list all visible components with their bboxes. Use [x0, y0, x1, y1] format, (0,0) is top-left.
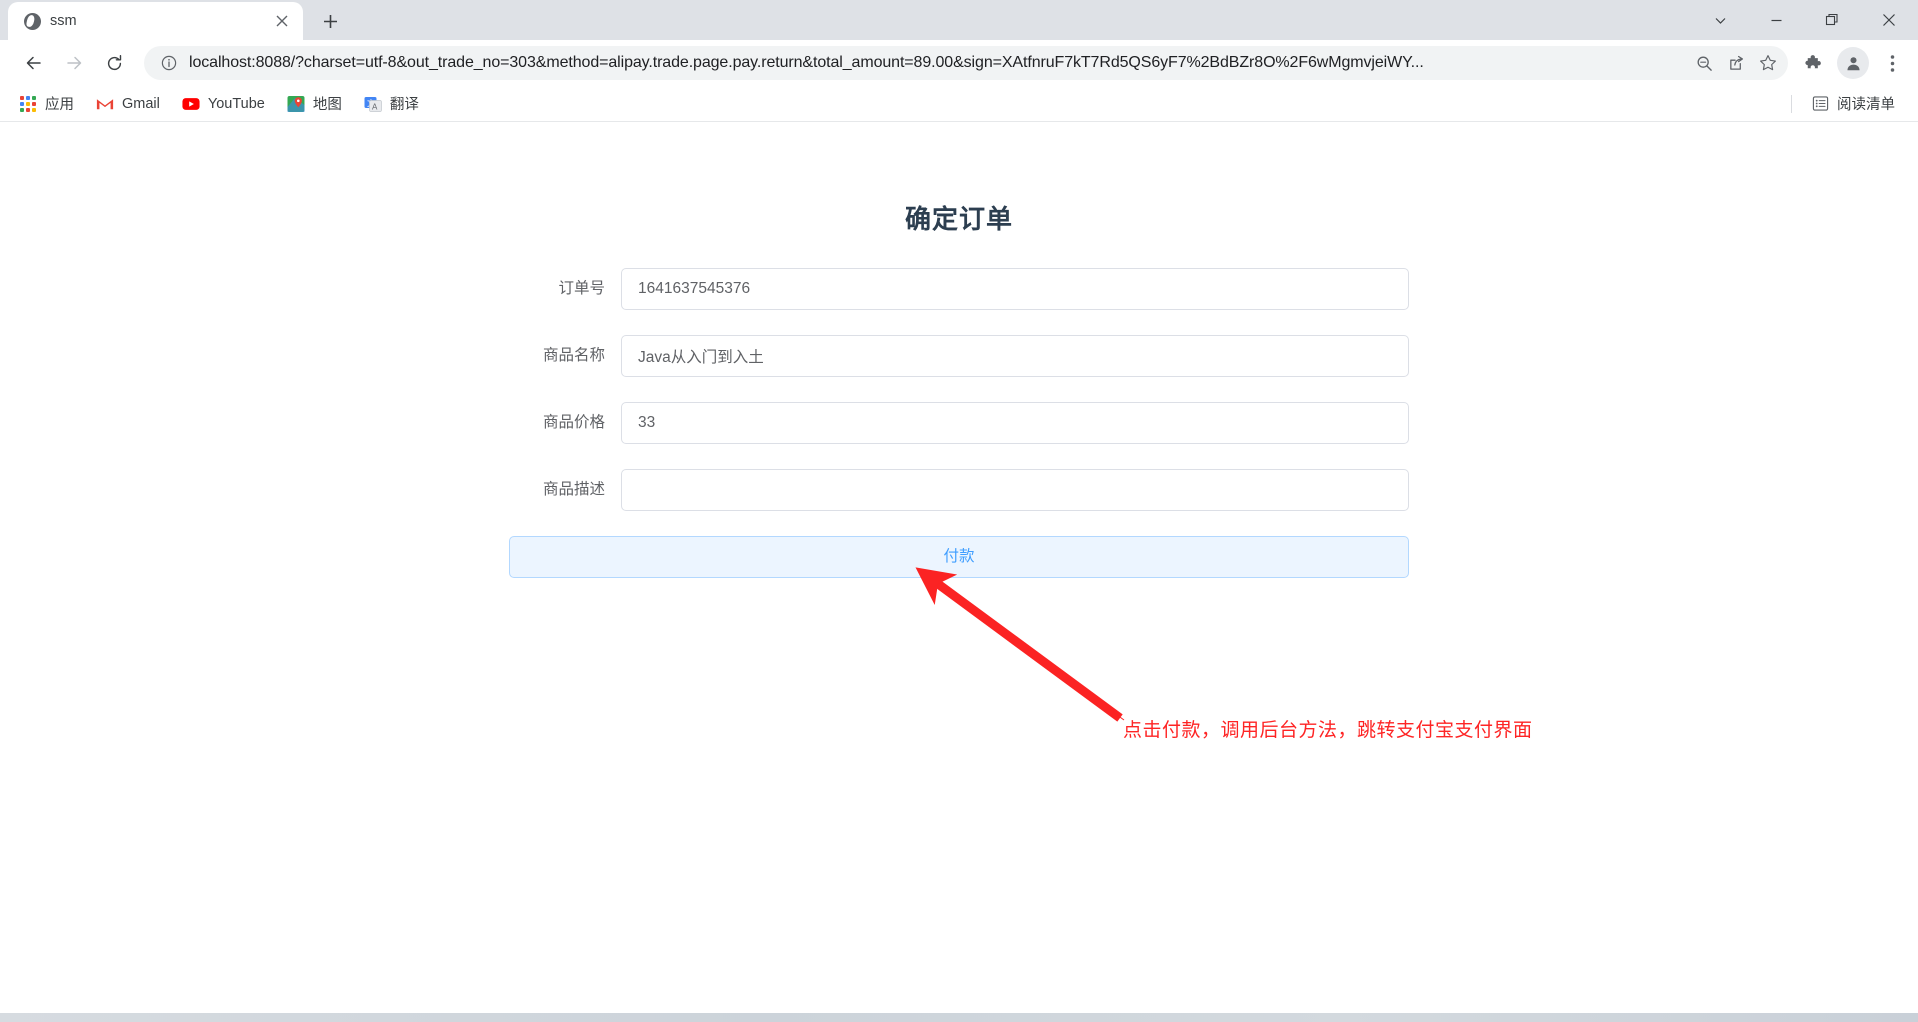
address-bar[interactable]: localhost:8088/?charset=utf-8&out_trade_… [144, 46, 1788, 80]
page-title: 确定订单 [904, 204, 1013, 234]
label-product-price: 商品价格 [542, 414, 605, 431]
apps-grid-icon [19, 95, 37, 113]
bookmark-label: YouTube [207, 95, 265, 112]
product-price-input[interactable] [621, 402, 1409, 444]
label-product-name: 商品名称 [542, 347, 605, 364]
close-window-icon[interactable] [1860, 0, 1918, 40]
forward-button [54, 43, 94, 83]
product-name-input[interactable] [621, 335, 1409, 377]
bookmark-gmail[interactable]: Gmail [87, 91, 169, 117]
label-product-desc: 商品描述 [542, 481, 605, 498]
tab-strip: ssm [0, 0, 1918, 40]
bottom-status-bar [0, 1013, 1918, 1022]
puzzle-icon[interactable] [1796, 43, 1832, 83]
minimize-icon[interactable] [1748, 0, 1804, 40]
bookmarks-bar: 应用 Gmail YouTube 地图 A 翻译 阅读清单 [0, 86, 1918, 122]
bookmark-label: 应用 [45, 97, 74, 113]
restore-icon[interactable] [1804, 0, 1860, 40]
bookmark-youtube[interactable]: YouTube [173, 91, 274, 117]
bookmark-apps[interactable]: 应用 [10, 89, 83, 118]
maps-icon [287, 95, 305, 113]
form-row-order-no: 订单号 [509, 268, 1409, 310]
browser-toolbar: localhost:8088/?charset=utf-8&out_trade_… [0, 40, 1918, 86]
info-circle-icon[interactable] [158, 52, 180, 74]
reading-list-icon [1811, 95, 1829, 113]
annotation-text: 点击付款，调用后台方法，跳转支付宝支付界面 [1123, 720, 1533, 741]
bookmark-label: Gmail [122, 95, 160, 112]
account-avatar-icon[interactable] [1837, 47, 1869, 79]
order-no-input[interactable] [621, 268, 1409, 310]
translate-icon: 文 A [364, 95, 382, 113]
globe-icon [24, 12, 41, 30]
label-order-no: 订单号 [558, 280, 605, 297]
bookmarks-divider [1791, 94, 1792, 113]
form-row-product-desc: 商品描述 [509, 469, 1409, 511]
close-icon[interactable] [271, 10, 293, 32]
chevron-down-icon[interactable] [1692, 0, 1748, 40]
pay-button[interactable]: 付款 [509, 536, 1409, 578]
window-controls [1692, 0, 1918, 40]
star-icon[interactable] [1752, 47, 1784, 79]
bookmark-label: 地图 [312, 97, 342, 113]
reload-button[interactable] [94, 43, 134, 83]
new-tab-button[interactable] [315, 6, 345, 36]
gmail-icon [96, 95, 114, 113]
back-button[interactable] [14, 43, 54, 83]
form-row-product-price: 商品价格 [509, 402, 1409, 444]
bookmark-label: 翻译 [389, 97, 419, 113]
browser-tab[interactable]: ssm [8, 2, 303, 40]
url-text: localhost:8088/?charset=utf-8&out_trade_… [189, 54, 1424, 71]
order-form: 订单号 商品名称 商品价格 商品描述 付款 [509, 268, 1409, 578]
reading-list-label: 阅读清单 [1837, 97, 1895, 113]
svg-text:A: A [372, 102, 378, 111]
tab-title: ssm [50, 13, 77, 29]
page-content: 确定订单 订单号 商品名称 商品价格 商品描述 付款 [0, 124, 1918, 1014]
bookmark-translate[interactable]: 文 A 翻译 [355, 89, 428, 118]
bookmark-maps[interactable]: 地图 [278, 89, 351, 118]
browser-window: ssm localhost:8088/?charset=utf-8&out_tr… [0, 0, 1918, 1022]
three-dot-menu-icon[interactable] [1874, 43, 1910, 83]
youtube-icon [182, 95, 200, 113]
share-icon[interactable] [1720, 47, 1752, 79]
product-desc-input[interactable] [621, 469, 1409, 511]
zoom-out-icon[interactable] [1688, 47, 1720, 79]
reading-list-button[interactable]: 阅读清单 [1802, 89, 1904, 118]
form-row-product-name: 商品名称 [509, 335, 1409, 377]
pay-button-row: 付款 [509, 536, 1409, 578]
